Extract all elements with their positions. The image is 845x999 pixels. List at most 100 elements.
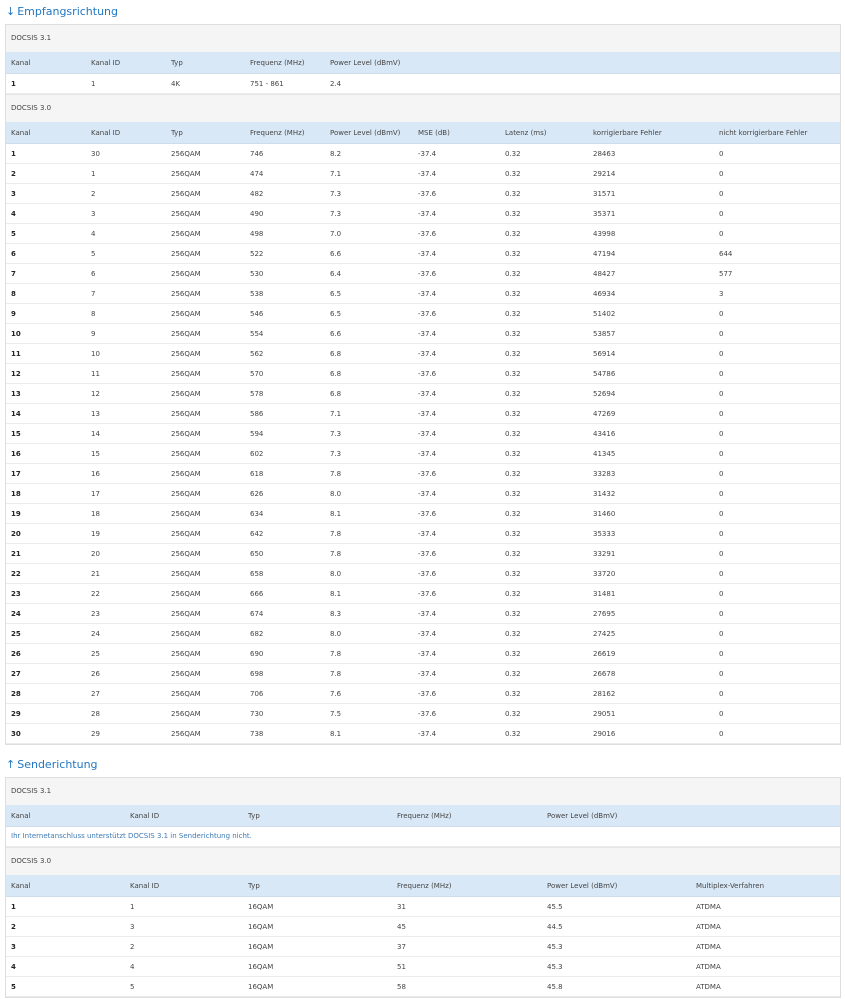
table-cell: 256QAM [166, 583, 245, 604]
table-cell: 0 [714, 303, 840, 324]
table-cell: -37.4 [413, 383, 500, 404]
table-cell: 256QAM [166, 243, 245, 264]
table-cell: 0.32 [500, 683, 588, 704]
table-cell: ATDMA [691, 936, 840, 957]
table-cell: -37.4 [413, 243, 500, 264]
table-cell: 24 [6, 603, 86, 624]
table-cell: 27425 [588, 623, 714, 644]
table-cell: -37.4 [413, 323, 500, 344]
table-cell: 48427 [588, 263, 714, 284]
table-cell: 738 [245, 723, 325, 744]
table-cell: 256QAM [166, 703, 245, 724]
table-cell: 256QAM [166, 203, 245, 224]
table-cell: 0.32 [500, 143, 588, 164]
upstream-docsis30-table: Kanal Kanal ID Typ Frequenz (MHz) Power Leve… [6, 875, 840, 997]
table-cell: 602 [245, 443, 325, 464]
table-row: 4 4 16QAM 51 45.3 ATDMA [6, 956, 840, 977]
table-cell: 0 [714, 503, 840, 524]
table-cell: 256QAM [166, 403, 245, 424]
table-cell: 35333 [588, 523, 714, 544]
table-cell: 498 [245, 223, 325, 244]
column-header: Power Level (dBmV) [542, 805, 691, 827]
table-cell: 256QAM [166, 603, 245, 624]
table-cell: 7.8 [325, 663, 413, 684]
table-cell: 0.32 [500, 523, 588, 544]
table-cell: 7.8 [325, 643, 413, 664]
table-row: 8 7 256QAM 538 6.5 -37.4 0.32 46934 3 [6, 283, 840, 304]
table-cell: 28463 [588, 143, 714, 164]
table-cell: 8.1 [325, 723, 413, 744]
table-cell: 27 [86, 683, 166, 704]
table-cell: 0.32 [500, 563, 588, 584]
column-header: Kanal ID [125, 875, 243, 897]
table-cell: 0 [714, 323, 840, 344]
table-cell: 21 [6, 543, 86, 564]
column-header: MSE (dB) [413, 122, 500, 144]
table-cell: 21 [86, 563, 166, 584]
table-cell: 35371 [588, 203, 714, 224]
table-cell: 2 [6, 163, 86, 184]
table-cell: 7.8 [325, 543, 413, 564]
table-cell: 6.4 [325, 263, 413, 284]
table-cell: 8.3 [325, 603, 413, 624]
table-row: 16 15 256QAM 602 7.3 -37.4 0.32 41345 0 [6, 443, 840, 464]
table-cell: 56914 [588, 343, 714, 364]
table-cell: 6.6 [325, 243, 413, 264]
table-cell: 8.1 [325, 503, 413, 524]
table-row: 1 1 4K 751 - 861 2.4 [6, 73, 840, 94]
column-header: korrigierbare Fehler [588, 122, 714, 144]
table-row: 15 14 256QAM 594 7.3 -37.4 0.32 43416 0 [6, 423, 840, 444]
table-cell: 7.6 [325, 683, 413, 704]
table-cell: 0 [714, 403, 840, 424]
table-cell: 256QAM [166, 263, 245, 284]
upstream-docsis31-info: Ihr Internetanschluss unterstützt DOCSIS… [6, 827, 840, 847]
table-cell: 0 [714, 643, 840, 664]
table-cell: 0 [714, 163, 840, 184]
table-cell: -37.4 [413, 423, 500, 444]
table-cell: 54786 [588, 363, 714, 384]
table-cell: 8 [86, 303, 166, 324]
table-row: 22 21 256QAM 658 8.0 -37.6 0.32 33720 0 [6, 563, 840, 584]
table-cell: 31571 [588, 183, 714, 204]
table-cell: 256QAM [166, 523, 245, 544]
column-header: Frequenz (MHz) [245, 122, 325, 144]
upstream-docsis30-title: DOCSIS 3.0 [6, 847, 840, 875]
table-cell: 7.3 [325, 443, 413, 464]
table-row: 26 25 256QAM 690 7.8 -37.4 0.32 26619 0 [6, 643, 840, 664]
table-cell: 698 [245, 663, 325, 684]
table-cell: 0 [714, 623, 840, 644]
table-cell: 2 [86, 183, 166, 204]
table-cell: 23 [6, 583, 86, 604]
table-cell: 15 [86, 443, 166, 464]
table-cell: 17 [6, 463, 86, 484]
table-cell: 0.32 [500, 383, 588, 404]
table-cell: 3 [6, 936, 125, 957]
table-row: 28 27 256QAM 706 7.6 -37.6 0.32 28162 0 [6, 683, 840, 704]
table-cell: 522 [245, 243, 325, 264]
table-cell-empty [413, 73, 500, 94]
table-cell: 31432 [588, 483, 714, 504]
table-cell: 16QAM [243, 896, 392, 917]
table-cell: 0.32 [500, 403, 588, 424]
downstream-docsis30-table: Kanal Kanal ID Typ Frequenz (MHz) Power Leve… [6, 122, 840, 744]
table-cell: 0.32 [500, 163, 588, 184]
table-cell: 53857 [588, 323, 714, 344]
table-cell: 256QAM [166, 723, 245, 744]
table-cell: 1 [6, 143, 86, 164]
table-row: 3 2 16QAM 37 45.3 ATDMA [6, 936, 840, 957]
table-cell: 546 [245, 303, 325, 324]
table-cell: 6 [86, 263, 166, 284]
table-cell: ATDMA [691, 916, 840, 937]
table-cell: 26 [6, 643, 86, 664]
table-cell: 9 [86, 323, 166, 344]
table-cell: 23 [86, 603, 166, 624]
table-cell: 51402 [588, 303, 714, 324]
table-cell: 3 [125, 916, 243, 937]
table-cell: 0 [714, 183, 840, 204]
table-cell: 46934 [588, 283, 714, 304]
table-cell: -37.4 [413, 283, 500, 304]
upstream-panel: DOCSIS 3.1 Kanal Kanal ID Typ Frequenz (MHz… [5, 777, 841, 998]
table-row: 1 30 256QAM 746 8.2 -37.4 0.32 28463 0 [6, 143, 840, 164]
column-header: Power Level (dBmV) [542, 875, 691, 897]
downstream-panel: DOCSIS 3.1 Kanal Kanal ID Typ Frequenz (MHz… [5, 24, 841, 745]
